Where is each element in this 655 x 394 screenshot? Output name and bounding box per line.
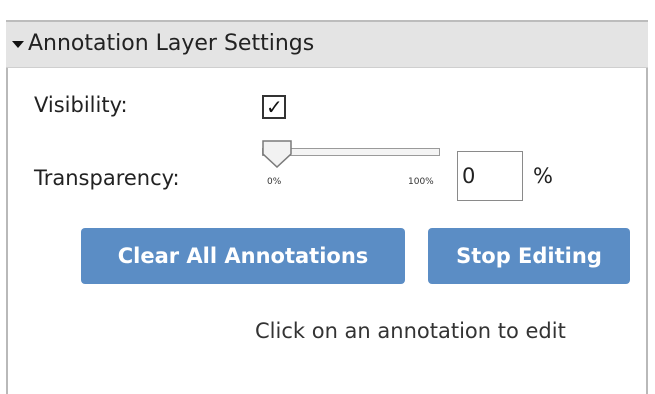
top-spacer bbox=[0, 0, 655, 6]
caret-down-icon[interactable] bbox=[12, 41, 24, 48]
checkmark-icon: ✓ bbox=[266, 95, 283, 119]
clear-all-annotations-button[interactable]: Clear All Annotations bbox=[81, 228, 405, 284]
slider-min-label: 0% bbox=[267, 177, 282, 187]
transparency-slider-handle[interactable] bbox=[262, 140, 292, 168]
stop-editing-button[interactable]: Stop Editing bbox=[428, 228, 630, 284]
panel-header[interactable]: Annotation Layer Settings bbox=[6, 20, 648, 68]
edit-hint-text: Click on an annotation to edit bbox=[255, 319, 566, 343]
percent-unit-label: % bbox=[533, 164, 553, 188]
visibility-label: Visibility: bbox=[34, 93, 128, 117]
panel-title: Annotation Layer Settings bbox=[28, 31, 315, 56]
visibility-checkbox[interactable]: ✓ bbox=[262, 95, 286, 119]
slider-max-label: 100% bbox=[408, 177, 434, 187]
panel-left-border bbox=[6, 20, 8, 394]
annotation-layer-settings-panel: Annotation Layer Settings Visibility: ✓ … bbox=[0, 0, 655, 394]
transparency-label: Transparency: bbox=[34, 166, 180, 190]
panel-right-border bbox=[646, 20, 648, 394]
transparency-value-input[interactable] bbox=[457, 151, 523, 201]
